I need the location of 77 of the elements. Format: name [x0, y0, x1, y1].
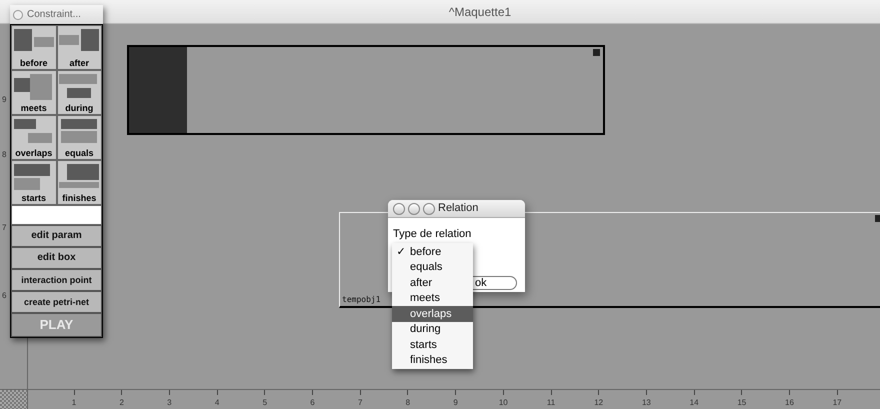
palette-button[interactable]: edit box: [11, 247, 102, 269]
window-control-icon[interactable]: [408, 202, 420, 214]
palette-button[interactable]: interaction point: [11, 269, 102, 291]
menu-item-label: before: [410, 246, 442, 258]
ruler-label: 3: [167, 398, 172, 408]
menu-item[interactable]: finishes: [392, 352, 473, 368]
ruler-label: 8: [2, 149, 6, 161]
menu-item-label: finishes: [410, 354, 448, 366]
ruler-label: 6: [2, 290, 6, 302]
resize-handle-icon[interactable]: [875, 215, 880, 222]
box-label: tempobj1: [342, 294, 381, 306]
ruler-label: 10: [498, 398, 508, 408]
ruler-tick: [168, 390, 170, 395]
relation-icon: [57, 162, 102, 190]
ruler-tick: [550, 390, 552, 395]
menu-item-label: overlaps: [410, 308, 452, 320]
ruler-label: 15: [737, 398, 746, 408]
relation-button[interactable]: during: [56, 70, 102, 115]
palette-title: Constraint...: [27, 8, 81, 22]
menu-item[interactable]: starts: [392, 337, 473, 352]
ruler-tick: [598, 390, 600, 395]
menu-item[interactable]: during: [392, 322, 473, 337]
ruler-label: 17: [832, 398, 842, 408]
menu-item[interactable]: overlaps: [392, 306, 473, 322]
ruler-label: 6: [310, 398, 315, 408]
ruler-tick: [502, 390, 504, 395]
window-title: ^Maquette1: [448, 4, 512, 20]
relation-button[interactable]: finishes: [56, 160, 102, 205]
ruler-label: 9: [2, 94, 6, 106]
menu-item-label: meets: [410, 292, 440, 304]
dialog-prompt: Type de relation: [393, 228, 472, 240]
ruler-tick: [407, 390, 408, 395]
relation-button[interactable]: starts: [11, 160, 56, 205]
menu-item[interactable]: equals: [392, 260, 473, 275]
window-control-icon[interactable]: [13, 10, 23, 20]
ruler-label: 8: [406, 398, 410, 408]
menu-item[interactable]: meets: [392, 290, 473, 306]
time-box[interactable]: [127, 45, 605, 135]
relation-button[interactable]: before: [11, 25, 56, 70]
ruler-tick: [360, 390, 361, 395]
ruler-label: 14: [690, 398, 699, 408]
menu-item-label: equals: [410, 261, 442, 274]
ruler-label: 9: [453, 398, 458, 408]
ruler-label: 12: [594, 398, 604, 408]
palette-button[interactable]: edit param: [11, 225, 102, 247]
ruler-label: 13: [642, 398, 651, 408]
ruler-tick: [312, 390, 313, 395]
ruler-label: 11: [546, 398, 556, 408]
ruler-tick: [836, 390, 838, 395]
relation-button[interactable]: equals: [56, 115, 102, 160]
ruler-label: 7: [358, 398, 362, 408]
menu-item[interactable]: ✓ before: [392, 244, 473, 260]
ruler-label: 1: [72, 398, 76, 408]
ruler-tick: [455, 390, 456, 395]
ruler-label: 2: [119, 398, 124, 408]
resize-handle-icon[interactable]: [593, 49, 600, 56]
menu-item-label: during: [410, 323, 441, 336]
ruler-tick: [121, 390, 122, 395]
relation-button[interactable]: meets: [11, 70, 56, 115]
palette-button[interactable]: create petri-net: [11, 291, 102, 313]
ruler-tick: [264, 390, 266, 395]
relation-button[interactable]: after: [56, 25, 102, 70]
ruler-label: 5: [262, 398, 268, 408]
ruler-label: 16: [785, 398, 794, 408]
window-control-icon[interactable]: [393, 202, 405, 214]
ruler-tick: [216, 390, 218, 395]
window-control-icon[interactable]: [423, 202, 435, 214]
menu-item-label: starts: [410, 338, 437, 351]
ruler-label: 7: [2, 222, 6, 234]
ruler-tick: [646, 390, 647, 395]
ruler-tick: [789, 390, 790, 395]
ruler-tick: [741, 390, 742, 395]
ruler-label: 4: [214, 398, 220, 408]
menu-item-label: after: [410, 276, 432, 289]
check-mark: ✓: [396, 246, 406, 258]
relation-button[interactable]: overlaps: [11, 115, 56, 160]
ruler-tick: [694, 390, 695, 395]
